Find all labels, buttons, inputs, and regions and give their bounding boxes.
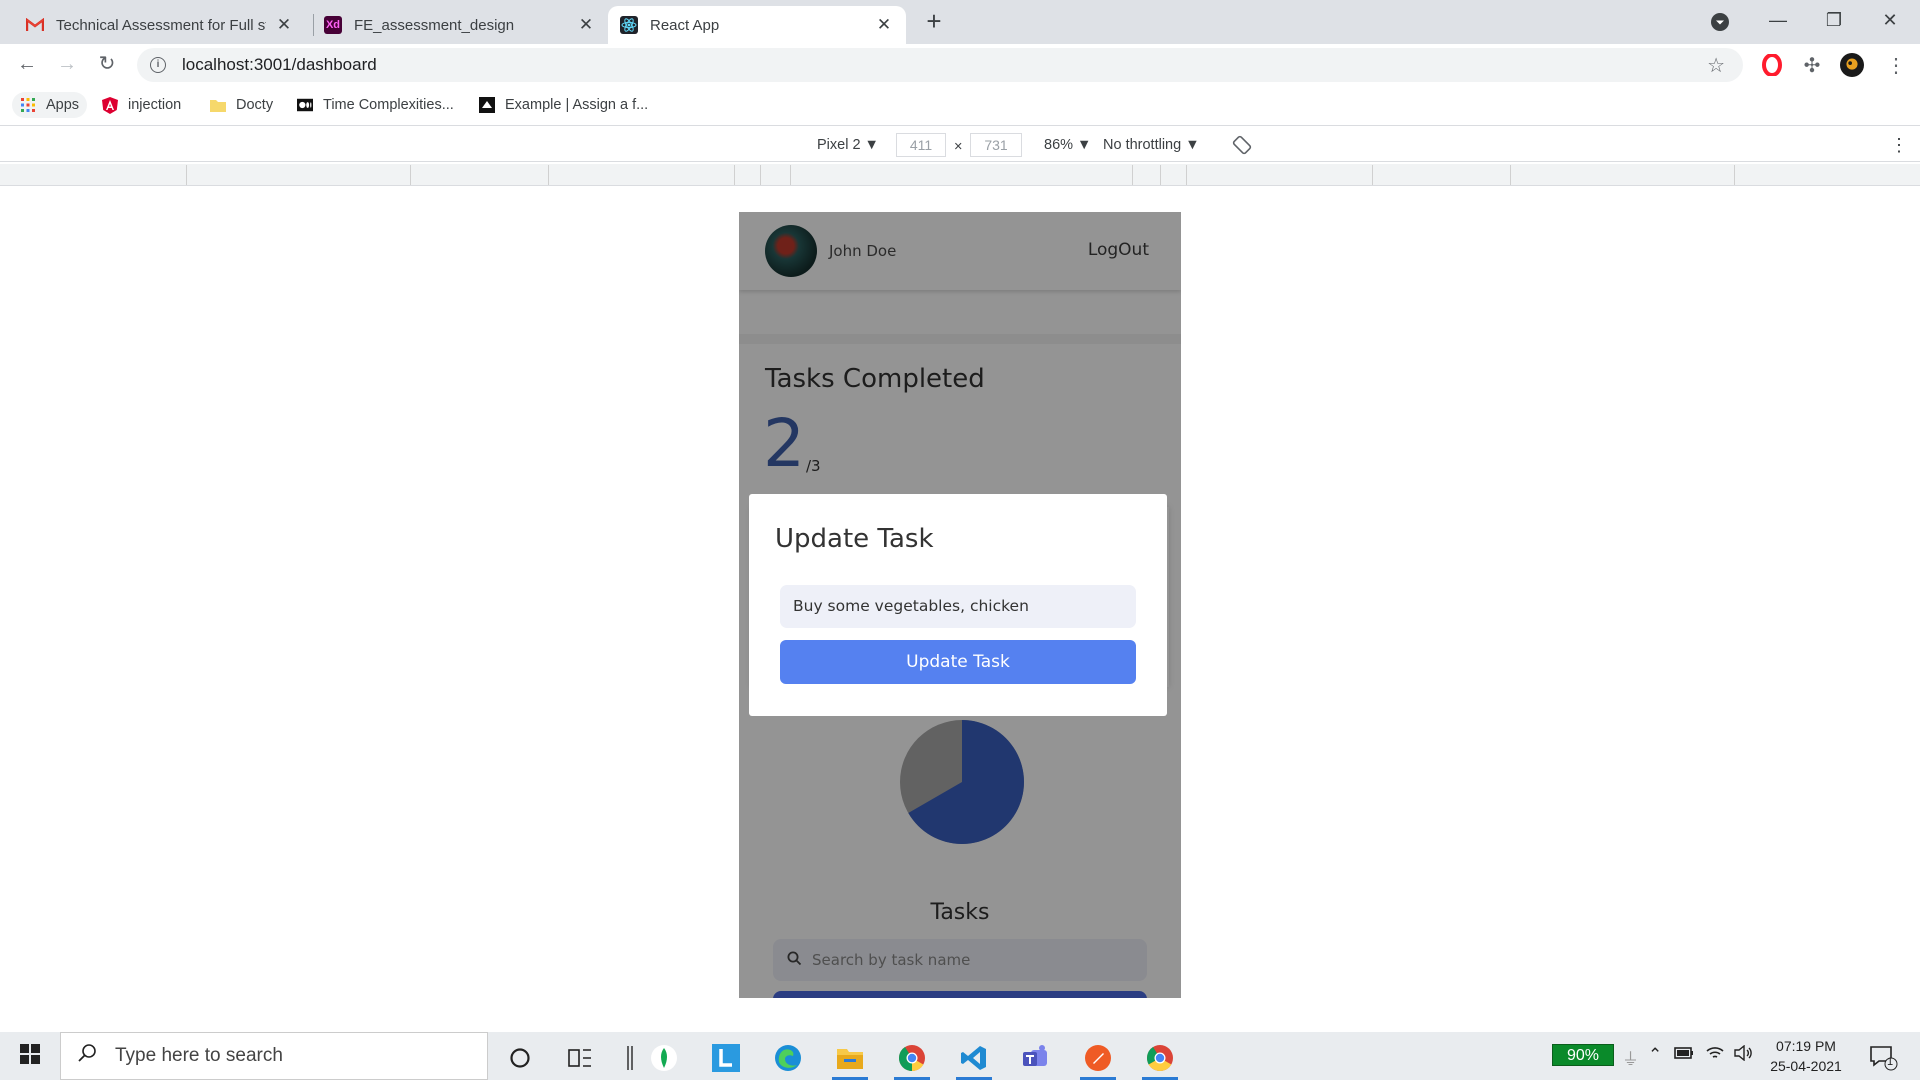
notification-count: 1 bbox=[1887, 1056, 1894, 1068]
bookmark-label: Time Complexities... bbox=[323, 97, 454, 113]
new-tab-button[interactable]: + bbox=[914, 6, 954, 38]
update-task-button[interactable]: Update Task bbox=[780, 640, 1136, 684]
bookmark-label: injection bbox=[128, 97, 182, 113]
postman-icon[interactable] bbox=[1072, 1036, 1124, 1080]
gmail-icon bbox=[26, 16, 44, 34]
close-window-icon[interactable]: ✕ bbox=[1862, 0, 1918, 40]
address-bar[interactable]: i localhost:3001/dashboard ☆ bbox=[137, 48, 1743, 82]
bookmarks-bar bbox=[0, 84, 1920, 126]
close-tab-icon[interactable]: ✕ bbox=[274, 15, 294, 35]
device-select[interactable]: Pixel 2 ▼ bbox=[817, 134, 879, 156]
apps-grid-icon bbox=[20, 97, 36, 113]
ruler-tick bbox=[1510, 165, 1511, 185]
throttling-select[interactable]: No throttling ▼ bbox=[1103, 134, 1200, 156]
bookmark-apps[interactable]: Apps bbox=[12, 92, 88, 118]
mongodb-compass-icon[interactable] bbox=[638, 1036, 690, 1080]
tab-title: Technical Assessment for Full stac bbox=[56, 16, 266, 34]
battery-icon[interactable] bbox=[1674, 1045, 1694, 1065]
search-icon bbox=[77, 1043, 97, 1069]
task-name-input[interactable]: Buy some vegetables, chicken bbox=[780, 585, 1136, 628]
tab-title: FE_assessment_design bbox=[354, 16, 515, 34]
l-app-icon[interactable] bbox=[700, 1036, 752, 1080]
bookmark-docty[interactable]: Docty bbox=[210, 92, 273, 118]
wifi-icon[interactable] bbox=[1705, 1045, 1725, 1066]
dimension-separator: × bbox=[954, 139, 963, 155]
reload-icon[interactable]: ↻ bbox=[93, 50, 121, 78]
close-tab-icon[interactable]: ✕ bbox=[576, 15, 596, 35]
ruler-tick bbox=[1734, 165, 1735, 185]
tab-xd[interactable]: Xd FE_assessment_design ✕ bbox=[312, 6, 608, 44]
restore-icon[interactable]: ❐ bbox=[1806, 0, 1862, 40]
device-toolbar-menu-icon[interactable]: ⋮ bbox=[1890, 134, 1908, 156]
action-center-icon[interactable]: 1 bbox=[1868, 1042, 1898, 1072]
bookmark-injection[interactable]: injection bbox=[102, 92, 181, 118]
task-view-icon[interactable] bbox=[554, 1036, 606, 1080]
bookmark-page-icon bbox=[479, 97, 495, 113]
zoom-select[interactable]: 86% ▼ bbox=[1044, 134, 1091, 156]
ruler-tick bbox=[734, 165, 735, 185]
extensions-puzzle-icon[interactable]: ✣ bbox=[1800, 53, 1824, 77]
ruler-tick bbox=[410, 165, 411, 185]
bookmark-star-icon[interactable]: ☆ bbox=[1707, 53, 1725, 78]
site-info-icon[interactable]: i bbox=[150, 57, 166, 73]
taskbar-clock[interactable]: 07:19 PM 25-04-2021 bbox=[1758, 1036, 1854, 1076]
start-button[interactable] bbox=[0, 1032, 60, 1080]
chrome-icon-second[interactable] bbox=[1134, 1036, 1186, 1080]
bookmark-label: Docty bbox=[236, 97, 274, 113]
media-query-ruler bbox=[0, 164, 1920, 186]
teams-icon[interactable] bbox=[1010, 1036, 1062, 1080]
show-hidden-icons-icon[interactable]: ⌃ bbox=[1648, 1045, 1662, 1065]
clock-time: 07:19 PM bbox=[1776, 1038, 1836, 1054]
tab-gmail[interactable]: Technical Assessment for Full stac ✕ bbox=[14, 6, 306, 44]
profile-avatar-icon[interactable] bbox=[1840, 53, 1864, 77]
battery-indicator[interactable]: 90% bbox=[1552, 1044, 1614, 1066]
bookmark-time-complexities[interactable]: Time Complexities... bbox=[297, 92, 454, 118]
opera-icon[interactable] bbox=[1760, 53, 1784, 77]
rotate-icon[interactable] bbox=[1232, 135, 1252, 155]
minimize-icon[interactable]: — bbox=[1750, 0, 1806, 40]
cortana-icon[interactable] bbox=[494, 1036, 546, 1080]
modal-title: Update Task bbox=[775, 524, 934, 554]
tab-react-app[interactable]: React App ✕ bbox=[608, 6, 906, 44]
taskbar-search-box[interactable]: Type here to search bbox=[60, 1032, 488, 1080]
medium-icon bbox=[297, 97, 313, 113]
folder-icon bbox=[210, 97, 226, 113]
tab-search-icon[interactable] bbox=[1708, 10, 1732, 34]
plug-icon: ⏚ bbox=[1622, 1050, 1639, 1069]
windows-logo-icon bbox=[20, 1043, 40, 1069]
url-text: localhost:3001/dashboard bbox=[182, 55, 377, 74]
vscode-icon[interactable] bbox=[948, 1036, 1000, 1080]
device-viewport: John Doe LogOut Tasks Completed 2 /3 Tas… bbox=[739, 212, 1181, 998]
clock-date: 25-04-2021 bbox=[1770, 1058, 1842, 1074]
bookmark-label: Example | Assign a f... bbox=[505, 97, 649, 113]
ruler-tick bbox=[1186, 165, 1187, 185]
taskbar-search-placeholder: Type here to search bbox=[115, 1045, 283, 1066]
ruler-tick bbox=[1132, 165, 1133, 185]
angular-icon bbox=[102, 96, 118, 114]
chrome-icon[interactable] bbox=[886, 1036, 938, 1080]
bookmark-label: Apps bbox=[46, 97, 80, 113]
ruler-tick bbox=[790, 165, 791, 185]
xd-icon: Xd bbox=[324, 16, 342, 34]
browser-menu-icon[interactable]: ⋮ bbox=[1884, 53, 1908, 77]
ruler-tick bbox=[1160, 165, 1161, 185]
ruler-tick bbox=[760, 165, 761, 185]
ruler-tick bbox=[1372, 165, 1373, 185]
close-tab-icon[interactable]: ✕ bbox=[874, 15, 894, 35]
update-task-modal: Update Task Buy some vegetables, chicken… bbox=[749, 494, 1167, 716]
volume-icon[interactable] bbox=[1734, 1044, 1754, 1066]
device-height-input[interactable]: 731 bbox=[970, 133, 1022, 157]
tab-title: React App bbox=[650, 16, 720, 34]
back-icon[interactable]: ← bbox=[13, 50, 41, 78]
bookmark-example[interactable]: Example | Assign a f... bbox=[479, 92, 648, 118]
device-width-input[interactable]: 411 bbox=[896, 133, 946, 157]
ruler-tick bbox=[548, 165, 549, 185]
forward-icon[interactable]: → bbox=[53, 50, 81, 78]
ruler-tick bbox=[186, 165, 187, 185]
react-icon bbox=[620, 16, 638, 34]
file-explorer-icon[interactable] bbox=[824, 1036, 876, 1080]
edge-icon[interactable] bbox=[762, 1036, 814, 1080]
